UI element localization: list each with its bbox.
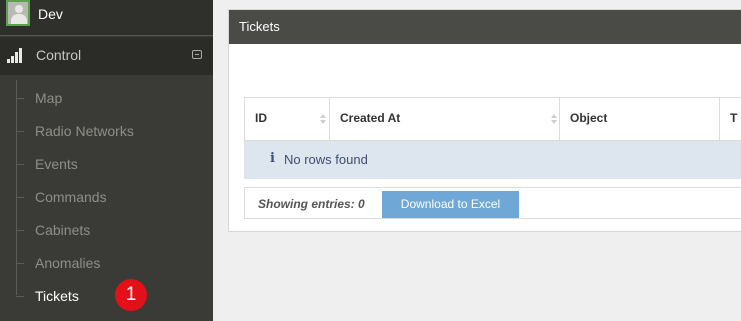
sidebar-item-anomalies[interactable]: Anomalies	[0, 249, 213, 279]
sidebar-item-label: Commands	[35, 189, 107, 205]
sidebar-item-map[interactable]: Map	[0, 84, 213, 114]
collapse-icon[interactable]	[192, 50, 202, 59]
sidebar-item-label: Map	[35, 90, 63, 106]
column-header-created-at[interactable]: Created At	[330, 98, 560, 140]
info-icon: i	[270, 151, 275, 166]
nav-section-control[interactable]: Control	[0, 37, 213, 75]
sidebar-item-label: Tickets	[35, 288, 79, 304]
column-label: Created At	[340, 111, 401, 125]
column-label: ID	[255, 111, 267, 125]
download-excel-button[interactable]: Download to Excel	[382, 191, 519, 218]
sidebar-item-label: Cabinets	[35, 222, 91, 238]
sidebar: Dev Control Map Radio Networks Events Co…	[0, 0, 213, 321]
user-row[interactable]: Dev	[0, 0, 213, 36]
user-name: Dev	[38, 6, 63, 22]
tickets-table-header: ID Created At Object T	[244, 97, 741, 141]
column-header-id[interactable]: ID	[245, 98, 330, 140]
table-footer: Showing entries: 0 Download to Excel	[244, 187, 741, 219]
sidebar-item-events[interactable]: Events	[0, 150, 213, 180]
column-label: Object	[570, 111, 608, 125]
step-badge: 1	[115, 279, 147, 311]
sidebar-item-label: Anomalies	[35, 255, 101, 271]
sidebar-item-commands[interactable]: Commands	[0, 183, 213, 213]
avatar	[6, 0, 30, 26]
sidebar-item-cabinets[interactable]: Cabinets	[0, 216, 213, 246]
sort-icon[interactable]	[551, 114, 558, 124]
column-label: T	[730, 111, 738, 125]
sidebar-item-label: Events	[35, 156, 78, 172]
entries-count: Showing entries: 0	[258, 197, 365, 211]
sidebar-item-radio-networks[interactable]: Radio Networks	[0, 117, 213, 147]
column-header-truncated[interactable]: T	[720, 98, 741, 140]
sort-icon[interactable]	[320, 114, 327, 124]
empty-message: No rows found	[284, 152, 368, 167]
section-label: Control	[36, 47, 82, 63]
signal-bars-icon	[7, 48, 23, 63]
column-header-object[interactable]: Object	[560, 98, 720, 140]
sidebar-item-tickets[interactable]: Tickets	[0, 282, 213, 312]
tickets-panel: Tickets ID Created At Object T i No rows…	[228, 9, 741, 232]
sidebar-item-label: Radio Networks	[35, 123, 134, 139]
panel-header: Tickets	[229, 10, 741, 44]
panel-title: Tickets	[239, 19, 280, 34]
empty-row: i No rows found	[244, 141, 741, 179]
